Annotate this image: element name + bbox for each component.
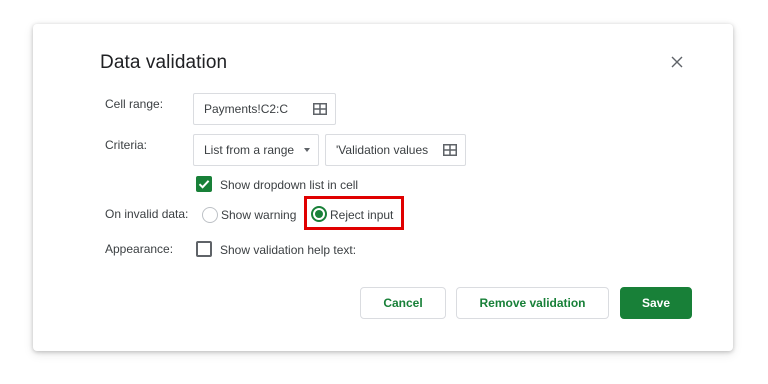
criteria-range-value: 'Validation values	[336, 143, 429, 157]
help-text-label[interactable]: Show validation help text:	[220, 243, 356, 257]
show-dropdown-label[interactable]: Show dropdown list in cell	[220, 178, 358, 192]
cell-range-value: Payments!C2:C	[204, 102, 289, 116]
reject-input-radio[interactable]	[311, 206, 327, 222]
help-text-checkbox[interactable]	[196, 241, 212, 257]
reject-input-label[interactable]: Reject input	[330, 208, 393, 222]
show-warning-radio[interactable]	[202, 207, 218, 223]
appearance-label: Appearance:	[105, 242, 174, 256]
show-warning-label[interactable]: Show warning	[221, 208, 296, 222]
close-icon[interactable]	[667, 52, 687, 72]
save-button[interactable]: Save	[620, 287, 692, 319]
criteria-type-dropdown[interactable]: List from a range	[193, 134, 319, 166]
cancel-button[interactable]: Cancel	[360, 287, 446, 319]
data-validation-dialog: Data validation Cell range: Payments!C2:…	[33, 24, 733, 351]
chevron-down-icon	[304, 148, 310, 152]
criteria-label: Criteria:	[105, 138, 148, 152]
grid-select-icon[interactable]	[313, 103, 327, 115]
remove-validation-button[interactable]: Remove validation	[456, 287, 609, 319]
show-dropdown-checkbox[interactable]	[196, 176, 212, 192]
grid-select-icon[interactable]	[443, 144, 457, 156]
dialog-title: Data validation	[100, 52, 228, 73]
checkmark-icon	[198, 180, 210, 189]
cell-range-input[interactable]: Payments!C2:C	[193, 93, 336, 125]
invalid-data-label: On invalid data:	[105, 207, 189, 221]
criteria-type-value: List from a range	[204, 143, 295, 157]
cell-range-label: Cell range:	[105, 97, 164, 111]
criteria-range-input[interactable]: 'Validation values	[325, 134, 466, 166]
